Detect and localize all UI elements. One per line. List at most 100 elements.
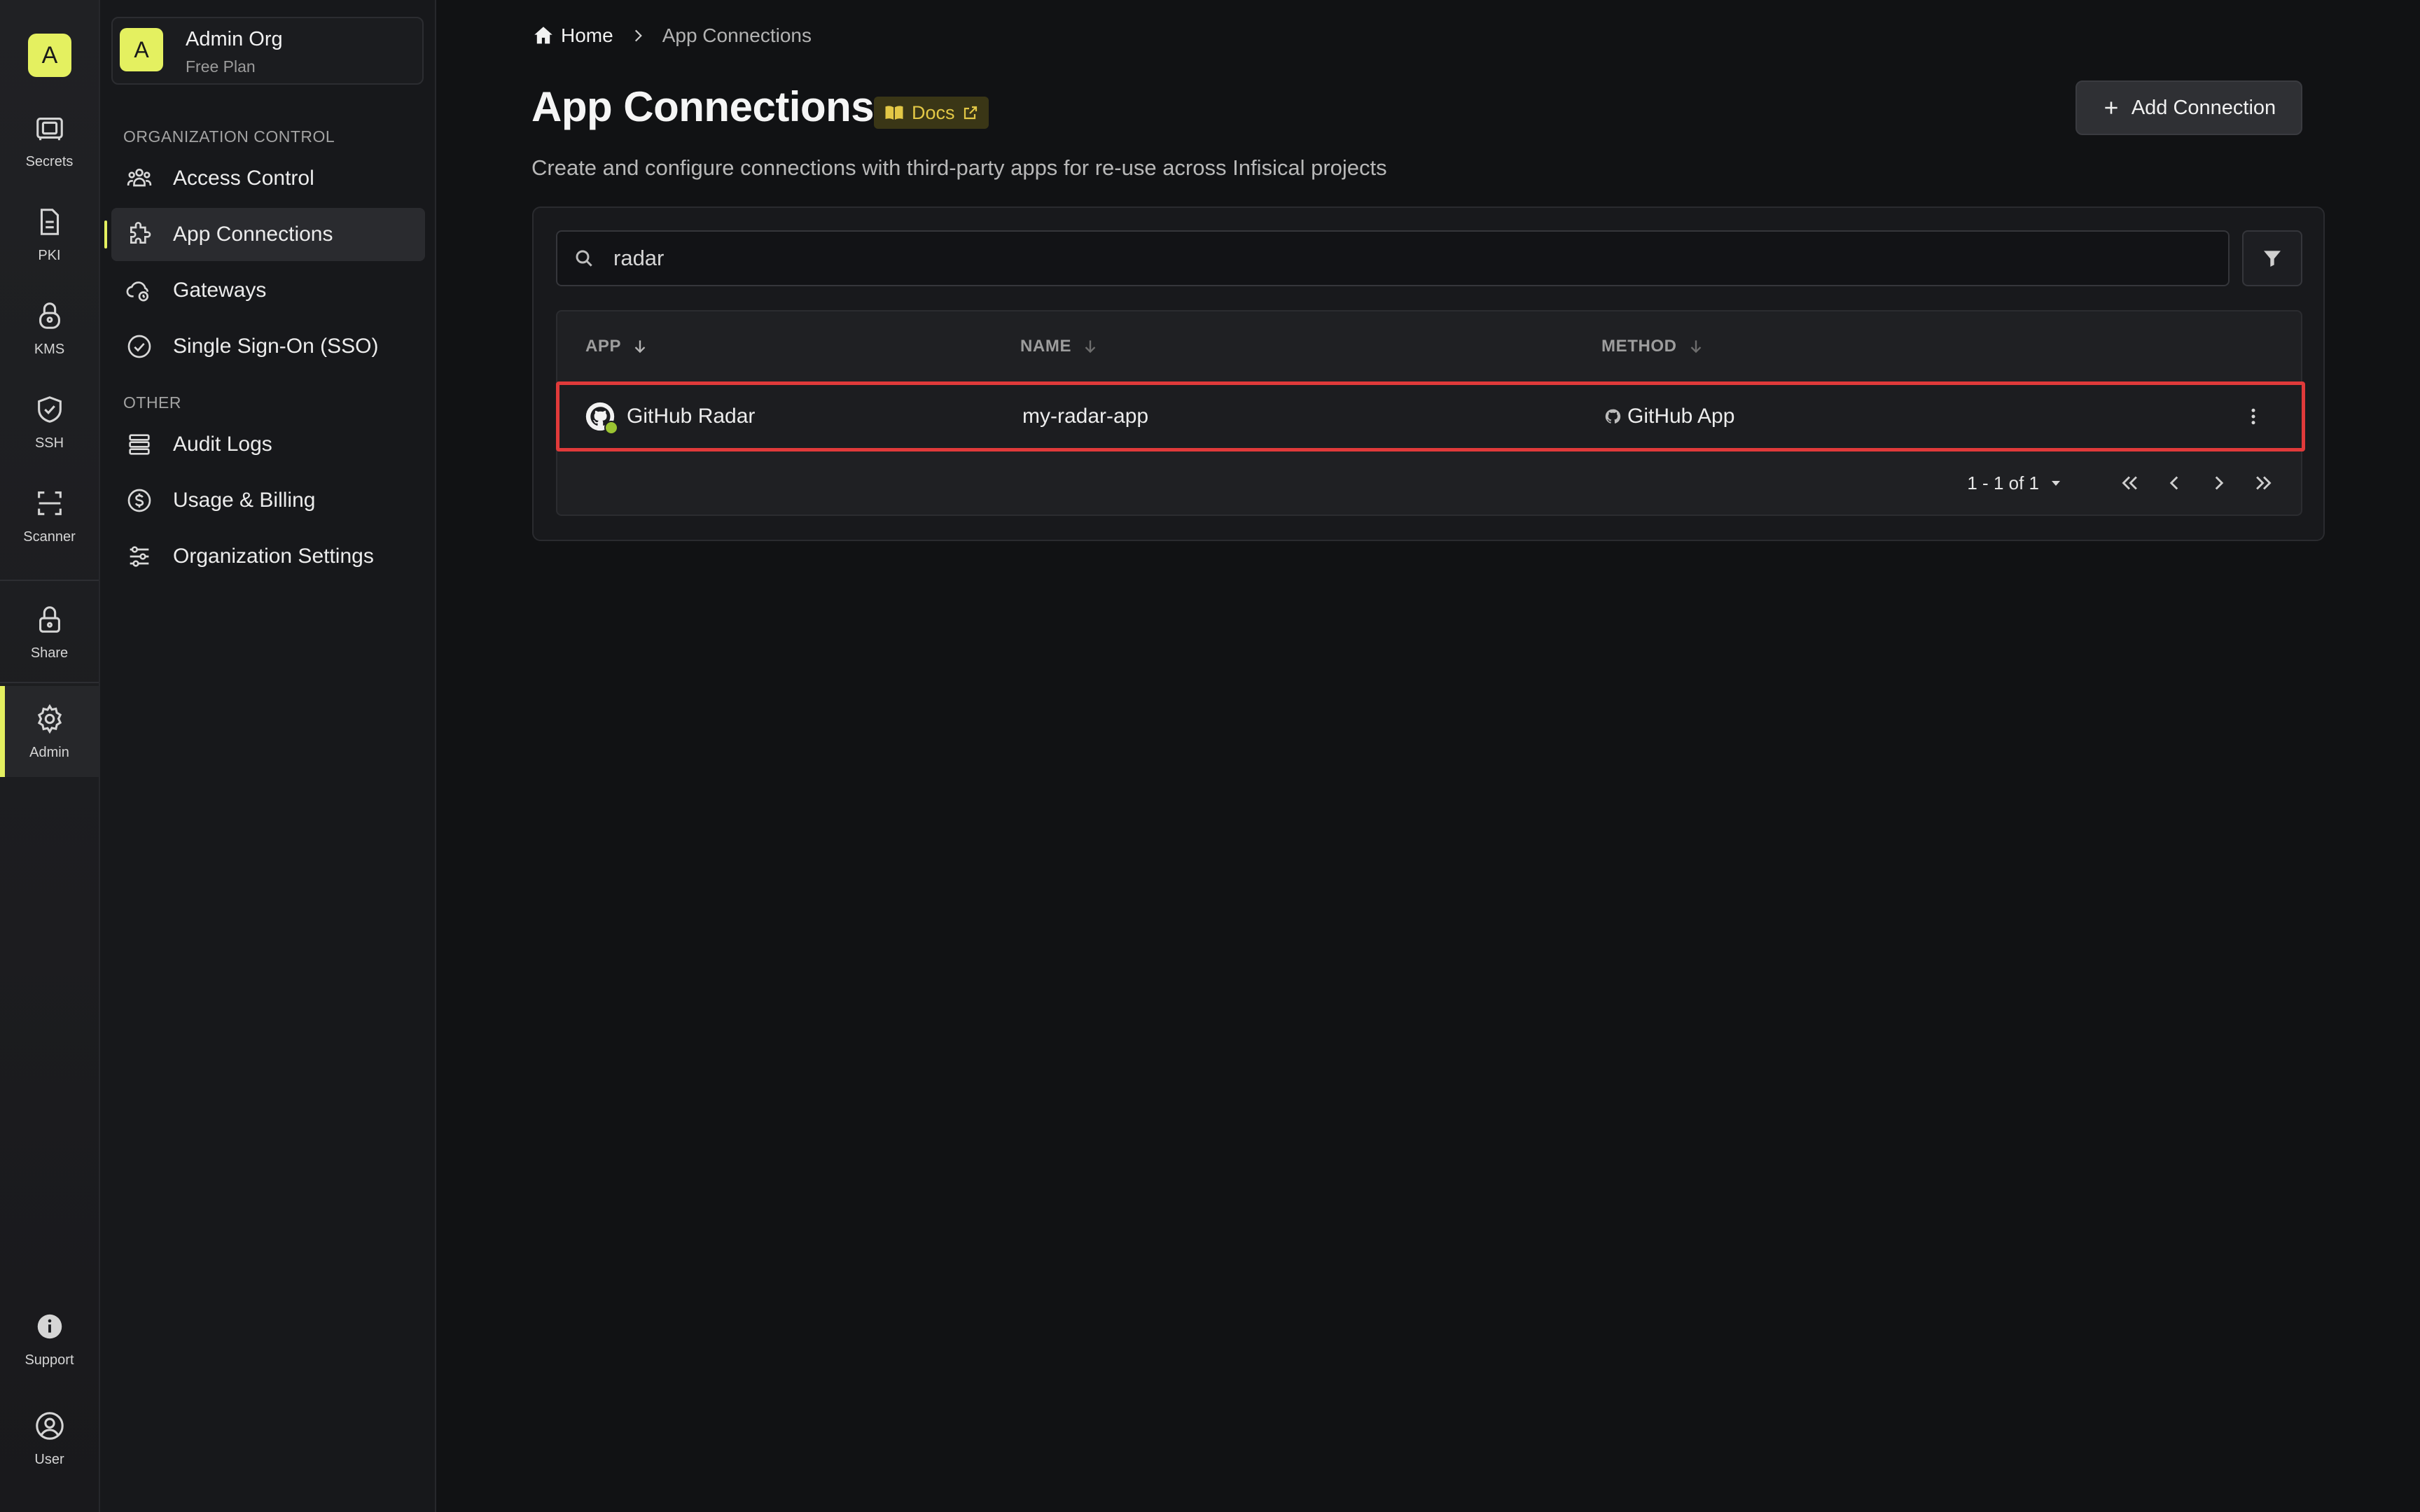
rail-item-kms[interactable]: KMS [0, 283, 99, 374]
puzzle-icon [124, 219, 155, 250]
previous-page-icon[interactable] [2162, 471, 2186, 495]
next-page-icon[interactable] [2207, 471, 2231, 495]
sliders-icon [124, 541, 155, 572]
users-icon [124, 163, 155, 194]
rail-item-ssh[interactable]: SSH [0, 377, 99, 468]
sidebar-item-organization-settings[interactable]: Organization Settings [111, 530, 425, 583]
section-label-other: OTHER [123, 393, 181, 412]
sidebar-item-label: Audit Logs [173, 433, 272, 456]
shield-check-icon [37, 396, 62, 423]
more-options-icon[interactable] [2243, 406, 2264, 427]
search-box [556, 230, 2230, 286]
rail-label: PKI [38, 247, 61, 263]
rail-label: User [34, 1451, 64, 1467]
cell-app: GitHub Radar [585, 385, 755, 448]
page-title: App Connections [531, 83, 875, 130]
cell-name: my-radar-app [1022, 405, 1149, 428]
sidebar-item-access-control[interactable]: Access Control [111, 152, 425, 205]
connections-panel: APP NAME METHOD GitH [532, 206, 2325, 541]
org-plan: Free Plan [186, 57, 256, 76]
app-name: GitHub Radar [627, 405, 756, 428]
breadcrumb-current: App Connections [662, 24, 812, 46]
book-icon [885, 106, 903, 120]
filter-button[interactable] [2242, 230, 2302, 286]
table-row[interactable]: GitHub Radar my-radar-app GitHub App [556, 382, 2305, 451]
rail-item-support[interactable]: Support [0, 1294, 99, 1385]
chevron-right-icon [634, 29, 642, 42]
docs-label: Docs [912, 102, 955, 123]
info-icon [37, 1314, 62, 1338]
rail-label: Secrets [25, 153, 74, 169]
page-size-dropdown-icon[interactable] [2047, 475, 2064, 491]
rail-org-logo[interactable]: A [28, 34, 71, 77]
rail-label: Support [25, 1352, 74, 1368]
cloud-icon [124, 275, 155, 306]
lock-icon [39, 606, 60, 633]
sidebar-item-usage-billing[interactable]: Usage & Billing [111, 474, 425, 527]
org-sidebar: A Admin Org Free Plan ORGANIZATION CONTR… [100, 0, 436, 1512]
github-icon [585, 401, 618, 435]
sidebar-item-app-connections[interactable]: App Connections [104, 208, 425, 261]
sort-arrow-down-icon [634, 340, 646, 354]
dollar-icon [124, 485, 155, 516]
rail-item-user[interactable]: User [0, 1393, 99, 1484]
add-connection-label: Add Connection [2131, 96, 2276, 119]
radar-badge-icon [604, 421, 618, 435]
rail-label: Scanner [23, 528, 76, 545]
icon-rail: A Secrets PKI KMS SSH Scanner Share Admi… [0, 0, 100, 1512]
search-icon [576, 250, 592, 267]
home-icon [534, 27, 552, 44]
rail-label: Admin [29, 744, 69, 760]
sidebar-item-label: Gateways [173, 279, 267, 302]
vault-icon [36, 117, 63, 140]
list-icon [124, 429, 155, 460]
org-switcher[interactable]: A Admin Org Free Plan [111, 17, 424, 85]
method-label: GitHub App [1627, 405, 1735, 428]
column-header-method[interactable]: METHOD [1601, 337, 1705, 356]
user-circle-icon [35, 1411, 64, 1440]
column-label: METHOD [1601, 337, 1677, 356]
last-page-icon[interactable] [2252, 471, 2276, 495]
scan-icon [37, 491, 62, 515]
cell-method: GitHub App [1604, 385, 1734, 448]
connections-table: APP NAME METHOD GitHub Radar my-radar-ap… [556, 310, 2305, 516]
rail-item-share[interactable]: Share [0, 587, 99, 678]
first-page-icon[interactable] [2118, 471, 2141, 495]
rail-label: Share [30, 645, 69, 661]
pagination: 1 - 1 of 1 [1967, 471, 2276, 495]
rail-item-secrets[interactable]: Secrets [0, 95, 99, 186]
sidebar-item-label: Organization Settings [173, 545, 374, 568]
sidebar-item-label: Usage & Billing [173, 489, 316, 512]
rail-label: KMS [34, 341, 65, 357]
sidebar-item-gateways[interactable]: Gateways [111, 264, 425, 317]
docs-link[interactable]: Docs [874, 97, 989, 129]
table-header: APP NAME METHOD [557, 312, 2301, 383]
github-icon [1605, 409, 1621, 424]
document-icon [40, 208, 59, 235]
check-circle-icon [124, 331, 155, 362]
column-label: NAME [1020, 337, 1072, 356]
sidebar-item-label: App Connections [173, 223, 333, 246]
sort-arrow-down-icon [1690, 340, 1701, 354]
gear-icon [37, 704, 62, 734]
org-name: Admin Org [186, 28, 283, 50]
sidebar-item-audit-logs[interactable]: Audit Logs [111, 418, 425, 471]
plus-icon [2105, 102, 2118, 114]
external-link-icon [964, 106, 977, 120]
org-avatar: A [120, 28, 163, 71]
column-header-app[interactable]: APP [585, 337, 649, 356]
page-subtitle: Create and configure connections with th… [531, 155, 1387, 180]
app-root: A Secrets PKI KMS SSH Scanner Share Admi… [0, 0, 2420, 1512]
add-connection-button[interactable]: Add Connection [2075, 80, 2302, 135]
search-input[interactable] [613, 246, 2154, 271]
column-header-name[interactable]: NAME [1020, 337, 1099, 356]
rail-item-pki[interactable]: PKI [0, 189, 99, 280]
rail-item-scanner[interactable]: Scanner [0, 470, 99, 561]
rail-item-admin[interactable]: Admin [0, 686, 99, 777]
column-label: APP [585, 337, 622, 356]
sidebar-item-label: Access Control [173, 167, 314, 190]
rail-divider [0, 580, 99, 581]
sidebar-item-sso[interactable]: Single Sign-On (SSO) [111, 320, 425, 373]
sort-arrow-down-icon [1085, 340, 1096, 354]
breadcrumb-home-link[interactable]: Home [561, 24, 613, 47]
